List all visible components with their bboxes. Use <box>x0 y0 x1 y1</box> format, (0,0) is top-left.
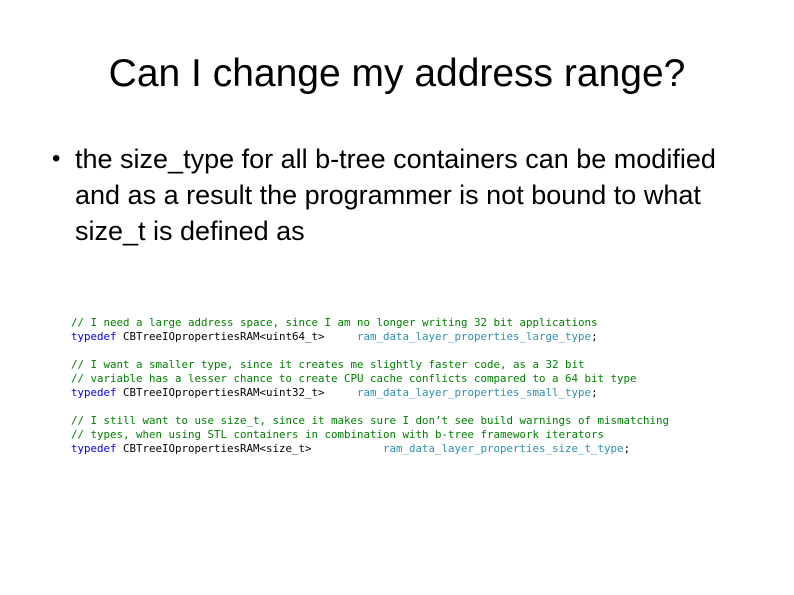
code-identifier: ram_data_layer_properties_large_type <box>357 330 592 343</box>
code-block: // I need a large address space, since I… <box>71 316 669 456</box>
code-semicolon: ; <box>623 442 631 455</box>
code-line-comment: // variable has a lesser chance to creat… <box>71 372 669 386</box>
code-comment: // types, when using STL containers in c… <box>71 428 605 441</box>
code-type: CBTreeIOpropertiesRAM<uint32_t> <box>116 386 325 399</box>
code-comment: // I want a smaller type, since it creat… <box>71 358 585 371</box>
code-line-comment: // I still want to use size_t, since it … <box>71 414 669 428</box>
bullet-text: the size_type for all b-tree containers … <box>75 144 716 246</box>
code-line-comment: // types, when using STL containers in c… <box>71 428 669 442</box>
code-semicolon: ; <box>591 386 598 399</box>
code-identifier: ram_data_layer_properties_size_t_type <box>383 442 624 455</box>
code-keyword: typedef <box>71 442 117 455</box>
code-type: CBTreeIOpropertiesRAM<size_t> <box>116 442 312 455</box>
code-gap <box>325 386 358 399</box>
code-type: CBTreeIOpropertiesRAM<uint64_t> <box>116 330 325 343</box>
code-identifier: ram_data_layer_properties_small_type <box>357 386 592 399</box>
code-gap <box>312 442 384 455</box>
bullet-dot-icon: • <box>52 145 61 172</box>
code-line-typedef-large: typedef CBTreeIOpropertiesRAM<uint64_t> … <box>71 330 669 344</box>
code-comment: // I still want to use size_t, since it … <box>71 414 670 427</box>
bullet-list: • the size_type for all b-tree container… <box>44 141 744 249</box>
code-gap <box>325 330 358 343</box>
code-line-typedef-small: typedef CBTreeIOpropertiesRAM<uint32_t> … <box>71 386 669 400</box>
code-comment: // I need a large address space, since I… <box>71 316 598 329</box>
code-line-comment: // I want a smaller type, since it creat… <box>71 358 669 372</box>
code-line-typedef-size-t: typedef CBTreeIOpropertiesRAM<size_t> ra… <box>71 442 669 456</box>
slide-title: Can I change my address range? <box>108 52 686 95</box>
code-keyword: typedef <box>71 386 117 399</box>
code-comment: // variable has a lesser chance to creat… <box>71 372 637 385</box>
code-semicolon: ; <box>591 330 598 343</box>
code-keyword: typedef <box>71 330 117 343</box>
bullet-item: • the size_type for all b-tree container… <box>44 141 744 249</box>
code-line-comment: // I need a large address space, since I… <box>71 316 669 330</box>
